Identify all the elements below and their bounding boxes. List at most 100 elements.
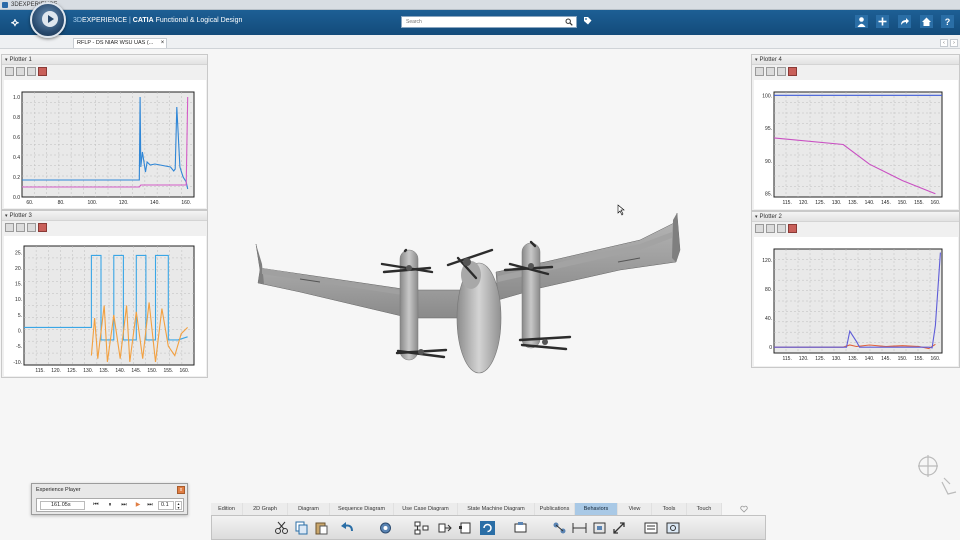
- plotter-1-chart: 60. 80. 100. 120. 140. 160. 1.0 0.8 0.6 0.4 0.2 0.0: [13, 91, 195, 206]
- y-tick-label: -10.: [13, 360, 22, 366]
- tab-diagram[interactable]: Diagram: [288, 503, 330, 515]
- view-compass-icon[interactable]: [918, 455, 957, 495]
- x-tick-label: 130.: [832, 200, 842, 206]
- tab-use-case-diagram[interactable]: Use Case Diagram: [394, 503, 458, 515]
- forward-button[interactable]: ⏭: [145, 501, 155, 510]
- y-tick-label: 0.2: [13, 175, 20, 181]
- x-tick-label: 145.: [131, 368, 141, 374]
- y-tick-label: 90.: [765, 159, 772, 165]
- x-tick-label: 145.: [881, 356, 891, 362]
- x-tick-label: 120.: [799, 356, 809, 362]
- x-tick-label: 140.: [115, 368, 125, 374]
- x-tick-label: 160.: [181, 200, 191, 206]
- x-tick-label: 135.: [848, 200, 858, 206]
- player-controls: 161.05s ⏮ ⏸ ⏭ ▶ ⏭ 0.1 ▴ ▾: [36, 498, 184, 512]
- x-tick-label: 150.: [898, 356, 908, 362]
- tab-state-machine-diagram[interactable]: State Machine Diagram: [458, 503, 535, 515]
- y-tick-label: 120.: [762, 258, 772, 264]
- y-tick-label: 1.0: [13, 95, 20, 101]
- x-tick-label: 140.: [865, 200, 875, 206]
- refresh-icon[interactable]: [480, 521, 495, 535]
- plotter-1-panel: ▾ Plotter 1 60. 80. 100. 120. 140. 160. 1.0 0.8 0…: [1, 54, 208, 210]
- expand-icon[interactable]: [612, 521, 627, 535]
- tab-2d-graph[interactable]: 2D Graph: [243, 503, 288, 515]
- play-button[interactable]: ▶: [133, 501, 143, 510]
- behavior-icon[interactable]: [552, 521, 567, 535]
- y-tick-label: 25.: [15, 250, 22, 256]
- report-icon[interactable]: [644, 521, 659, 535]
- action-bar-tabs: Edition 2D Graph Diagram Sequence Diagra…: [211, 503, 766, 515]
- fit-icon[interactable]: [592, 521, 607, 535]
- y-tick-label: 10.: [15, 297, 22, 303]
- x-tick-label: 60.: [26, 200, 33, 206]
- connect-icon[interactable]: [572, 521, 587, 535]
- y-tick-label: 15.: [15, 282, 22, 288]
- x-tick-label: 120.: [119, 200, 129, 206]
- action-bar-tools: [211, 515, 766, 540]
- x-tick-label: 155.: [914, 200, 924, 206]
- tab-tools[interactable]: Tools: [652, 503, 687, 515]
- player-close-icon[interactable]: x: [177, 486, 185, 494]
- plotter-4-chart: 115. 120. 125. 130. 135. 140. 145. 150. 155. 160.…: [762, 91, 943, 206]
- copy-icon[interactable]: [294, 521, 309, 535]
- x-tick-label: 80.: [58, 200, 65, 206]
- structure-icon[interactable]: [414, 521, 429, 535]
- compass-play-icon[interactable]: [42, 11, 58, 27]
- tab-touch[interactable]: Touch: [687, 503, 722, 515]
- y-tick-label: 0.0: [13, 195, 20, 201]
- x-tick-label: 100.: [87, 200, 97, 206]
- mouse-cursor-icon: [617, 204, 625, 216]
- capture-icon[interactable]: [666, 521, 681, 535]
- favorite-heart-icon[interactable]: [740, 505, 748, 513]
- y-tick-label: 0: [769, 345, 772, 351]
- x-tick-label: 160.: [931, 200, 941, 206]
- x-tick-label: 160.: [180, 368, 190, 374]
- x-tick-label: 140.: [150, 200, 160, 206]
- y-tick-label: 0.4: [13, 155, 20, 161]
- x-tick-label: 115.: [782, 200, 791, 206]
- compass-icon[interactable]: [30, 2, 66, 38]
- tab-view[interactable]: View: [618, 503, 652, 515]
- plotter-3-chart: 115. 120. 125. 130. 135. 140. 145. 150. 155. 160.…: [13, 245, 195, 374]
- plotter-3-panel: ▾ Plotter 3 115. 120. 125. 130. 135. 140. 145. 1…: [1, 210, 208, 378]
- flow-icon[interactable]: [438, 521, 453, 535]
- step-button[interactable]: ⏭: [119, 501, 129, 510]
- y-tick-label: 20.: [15, 266, 22, 272]
- gear-icon[interactable]: [378, 521, 393, 535]
- aircraft-model[interactable]: [255, 212, 681, 374]
- y-tick-label: 0.6: [13, 135, 20, 141]
- player-speed-field[interactable]: 0.1: [158, 501, 174, 510]
- simulation-icon[interactable]: [514, 521, 529, 535]
- x-tick-label: 135.: [848, 356, 858, 362]
- y-tick-label: 100.: [762, 93, 772, 99]
- x-tick-label: 125.: [815, 356, 825, 362]
- cut-icon[interactable]: [274, 521, 289, 535]
- player-time-field[interactable]: 161.05s: [40, 501, 85, 510]
- x-tick-label: 130.: [832, 356, 842, 362]
- port-icon[interactable]: [458, 521, 473, 535]
- tab-behaviors[interactable]: Behaviors: [575, 503, 618, 515]
- x-tick-label: 115.: [35, 368, 44, 374]
- action-bar: Edition 2D Graph Diagram Sequence Diagra…: [211, 503, 766, 540]
- tab-edition[interactable]: Edition: [211, 503, 243, 515]
- x-tick-label: 145.: [881, 200, 891, 206]
- x-tick-label: 150.: [147, 368, 157, 374]
- undo-icon[interactable]: [340, 521, 355, 535]
- y-tick-label: 85.: [765, 192, 772, 198]
- y-tick-label: 5.: [18, 313, 22, 319]
- tab-publications[interactable]: Publications: [535, 503, 575, 515]
- paste-icon[interactable]: [314, 521, 329, 535]
- x-tick-label: 140.: [865, 356, 875, 362]
- tab-sequence-diagram[interactable]: Sequence Diagram: [330, 503, 394, 515]
- plotter-4-panel: ▾ Plotter 4 115. 120. 125. 130. 135. 140. 145. 1…: [751, 54, 960, 211]
- y-tick-label: -5.: [16, 344, 22, 350]
- rewind-button[interactable]: ⏮: [91, 501, 101, 510]
- plotter-2-panel: ▾ Plotter 2 115. 120. 125. 130. 135. 140. 145. 1…: [751, 211, 960, 368]
- pause-button[interactable]: ⏸: [105, 501, 115, 510]
- x-tick-label: 155.: [163, 368, 173, 374]
- speed-spinner-icon[interactable]: ▴ ▾: [175, 501, 182, 510]
- plotter-2-chart: 115. 120. 125. 130. 135. 140. 145. 150. 155. 160.…: [762, 248, 943, 362]
- x-tick-label: 135.: [99, 368, 109, 374]
- x-tick-label: 120.: [51, 368, 61, 374]
- y-tick-label: 40.: [765, 316, 772, 322]
